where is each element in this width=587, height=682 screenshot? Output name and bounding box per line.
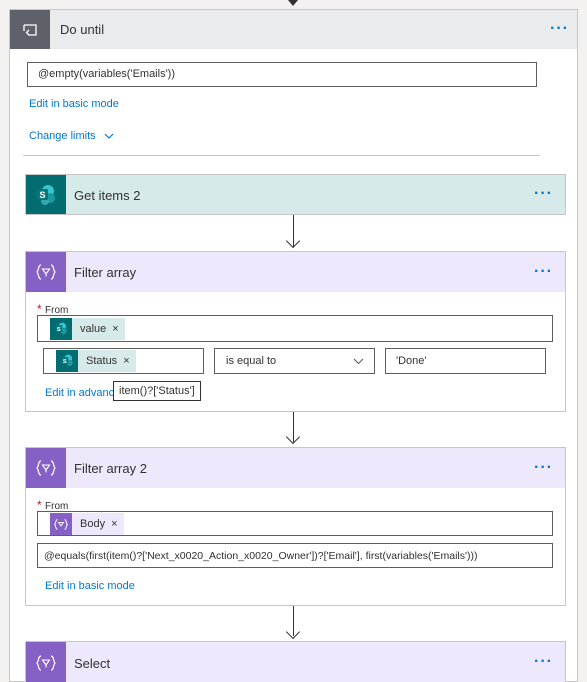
filter-array-2-header[interactable]: Filter array 2 ··· — [26, 448, 565, 488]
filter-array-icon — [50, 513, 72, 535]
from-field-label: * From — [37, 498, 68, 512]
get-items-2-menu-button[interactable]: ··· — [534, 186, 553, 202]
change-limits-toggle[interactable]: Change limits — [29, 130, 114, 142]
filter-array-header[interactable]: Filter array ··· — [26, 252, 565, 292]
arrow-down-icon — [285, 429, 301, 445]
select-icon — [26, 642, 66, 682]
condition-value-input[interactable]: 'Done' — [385, 348, 546, 374]
filter-array-card: Filter array ··· * From S value × S Stat… — [25, 251, 566, 412]
select-menu-button[interactable]: ··· — [534, 654, 553, 670]
svg-text:S: S — [39, 190, 45, 200]
svg-text:S: S — [63, 359, 67, 365]
chevron-down-icon — [104, 133, 114, 139]
filter-array-2-edit-basic-link[interactable]: Edit in basic mode — [45, 580, 135, 592]
do-until-menu-button[interactable]: ··· — [550, 21, 569, 37]
do-until-title: Do until — [60, 22, 105, 37]
select-header[interactable]: Select ··· — [26, 642, 565, 682]
dynamic-content-token[interactable]: S value × — [50, 318, 125, 340]
dynamic-content-token[interactable]: S Status × — [56, 350, 136, 372]
required-marker: * — [37, 498, 42, 512]
remove-token-icon[interactable]: × — [112, 323, 124, 335]
filter-array-2-condition-input[interactable]: @equals(first(item()?['Next_x0020_Action… — [37, 543, 553, 568]
select-card[interactable]: Select ··· — [25, 641, 566, 682]
from-input[interactable]: Body × — [37, 511, 553, 536]
get-items-2-card[interactable]: S Get items 2 ··· — [25, 174, 566, 215]
filter-array-icon — [26, 252, 66, 292]
filter-array-menu-button[interactable]: ··· — [534, 264, 553, 280]
token-tooltip: item()?['Status'] — [113, 381, 201, 401]
required-marker: * — [37, 302, 42, 316]
filter-array-edit-advanced-link[interactable]: Edit in advanc — [45, 387, 114, 399]
chevron-down-icon — [353, 358, 364, 365]
do-until-condition-input[interactable]: @empty(variables('Emails')) — [27, 62, 537, 87]
svg-text:S: S — [57, 327, 61, 333]
sharepoint-icon: S — [56, 350, 78, 372]
operator-dropdown[interactable]: is equal to — [214, 348, 375, 374]
arrow-down-icon — [285, 233, 301, 249]
token-label: Status — [86, 355, 118, 367]
loop-icon — [10, 10, 50, 49]
filter-array-2-card: Filter array 2 ··· * From Body × @equals… — [25, 447, 566, 606]
do-until-edit-basic-link[interactable]: Edit in basic mode — [29, 98, 119, 110]
do-until-header[interactable]: Do until ··· — [10, 10, 577, 49]
arrow-down-icon — [285, 624, 301, 640]
get-items-2-title: Get items 2 — [74, 188, 141, 203]
remove-token-icon[interactable]: × — [123, 355, 135, 367]
do-until-card: Do until ··· @empty(variables('Emails'))… — [9, 9, 578, 682]
incoming-arrow — [288, 0, 298, 6]
change-limits-label: Change limits — [29, 130, 96, 142]
filter-array-2-menu-button[interactable]: ··· — [534, 460, 553, 476]
condition-left-input[interactable]: S Status × — [43, 348, 204, 374]
from-field-label: * From — [37, 302, 68, 316]
sharepoint-icon: S — [26, 175, 66, 214]
operator-selected-value: is equal to — [226, 355, 277, 367]
get-items-2-header[interactable]: S Get items 2 ··· — [26, 175, 565, 214]
select-title: Select — [74, 656, 111, 671]
divider — [23, 155, 540, 156]
remove-token-icon[interactable]: × — [111, 518, 123, 530]
filter-array-2-title: Filter array 2 — [74, 461, 147, 476]
from-input[interactable]: S value × — [37, 315, 553, 342]
filter-array-title: Filter array — [74, 265, 137, 280]
token-label: value — [80, 323, 107, 335]
token-label: Body — [80, 518, 106, 530]
dynamic-content-token[interactable]: Body × — [50, 513, 124, 535]
sharepoint-icon: S — [50, 318, 72, 340]
filter-array-icon — [26, 448, 66, 488]
